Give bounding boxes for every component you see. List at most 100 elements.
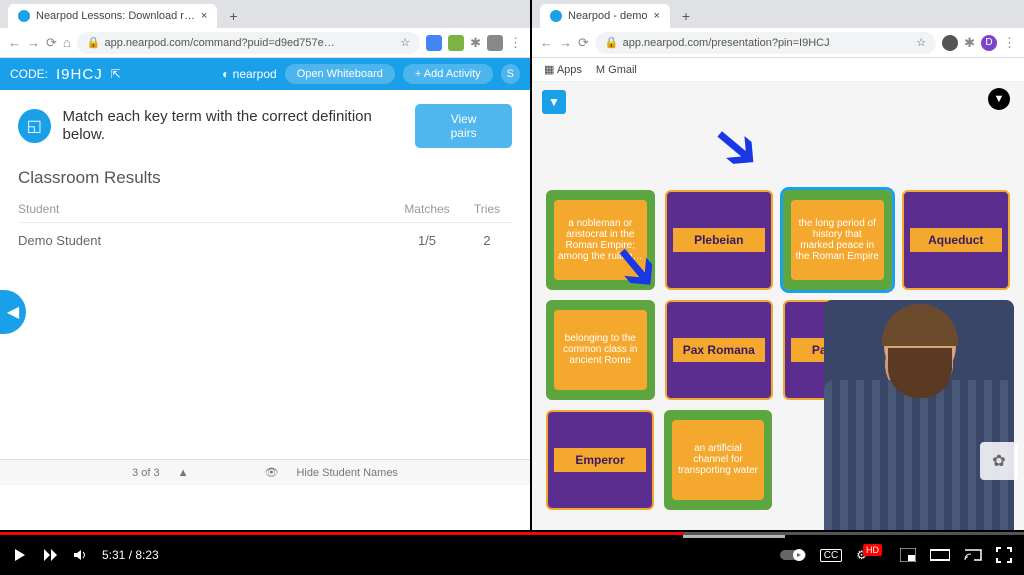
settings-button[interactable]: ⚙HD xyxy=(856,548,886,562)
extension-icon[interactable] xyxy=(942,35,958,51)
tile-row-3: Emperor an artificial channel for transp… xyxy=(540,410,778,510)
url-text-right: app.nearpod.com/presentation?pin=I9HCJ xyxy=(623,37,830,49)
definition-tile[interactable]: an artificial channel for transporting w… xyxy=(664,410,772,510)
back-icon[interactable]: ← xyxy=(540,35,553,50)
definition-text: the long period of history that marked p… xyxy=(791,200,884,281)
matching-activity-icon: ◱ xyxy=(18,109,51,143)
student-tries: 2 xyxy=(462,233,512,248)
gmail-bookmark[interactable]: M Gmail xyxy=(596,64,637,76)
definition-tile[interactable]: belonging to the common class in ancient… xyxy=(546,300,655,400)
nearpod-toolbar: CODE: I9HCJ ⇱ ◐ nearpod Open Whiteboard … xyxy=(0,58,530,90)
term-tile-plebeian[interactable]: Plebeian xyxy=(665,190,774,290)
home-icon[interactable]: ⌂ xyxy=(63,35,71,50)
back-icon[interactable]: ← xyxy=(8,35,21,50)
next-button[interactable] xyxy=(42,547,58,563)
extension-icon-1[interactable] xyxy=(426,35,442,51)
term-tile-aqueduct[interactable]: Aqueduct xyxy=(902,190,1011,290)
add-activity-button[interactable]: + Add Activity xyxy=(403,64,493,84)
forward-icon[interactable]: → xyxy=(27,35,40,50)
col-matches: Matches xyxy=(392,202,462,216)
chrome-tabstrip-right: Nearpod - demo × + xyxy=(532,0,1024,28)
teacher-window: Nearpod Lessons: Download r… × + ← → ⟳ ⌂… xyxy=(0,0,530,530)
captions-button[interactable]: CC xyxy=(820,549,842,562)
url-field-left[interactable]: 🔒 app.nearpod.com/command?puid=d9ed757e…… xyxy=(77,32,420,54)
activity-card: ◱ Match each key term with the correct d… xyxy=(18,104,512,258)
term-tile-pax-romana[interactable]: Pax Romana xyxy=(665,300,774,400)
theater-button[interactable] xyxy=(930,548,950,562)
view-pairs-button[interactable]: View pairs xyxy=(415,104,512,148)
tab-title-right: Nearpod - demo xyxy=(568,10,648,22)
activity-prompt: Match each key term with the correct def… xyxy=(63,108,404,144)
new-tab-button-left[interactable]: + xyxy=(223,6,243,26)
bookmarks-bar: ▦ Apps M Gmail xyxy=(532,58,1024,82)
term-label: Emperor xyxy=(554,448,646,472)
dropdown-toggle[interactable]: ▼ xyxy=(542,90,566,114)
presenter-overlay xyxy=(824,300,1014,530)
student-matches: 1/5 xyxy=(392,233,462,248)
url-text-left: app.nearpod.com/command?puid=d9ed757e… xyxy=(104,37,334,49)
results-heading: Classroom Results xyxy=(18,168,512,188)
autoplay-toggle[interactable] xyxy=(780,548,806,562)
reload-icon[interactable]: ⟳ xyxy=(578,35,589,51)
tab-title-left: Nearpod Lessons: Download r… xyxy=(36,10,195,22)
col-tries: Tries xyxy=(462,202,512,216)
nearpod-favicon xyxy=(550,10,562,22)
table-row[interactable]: Demo Student 1/5 2 xyxy=(18,222,512,258)
extensions-puzzle-icon[interactable]: ✱ xyxy=(964,35,975,51)
student-name: Demo Student xyxy=(18,233,392,248)
annotation-arrow-1: ➔ xyxy=(695,104,779,190)
play-button[interactable] xyxy=(12,547,28,563)
fullscreen-button[interactable] xyxy=(996,547,1012,563)
col-student: Student xyxy=(18,202,392,216)
new-tab-button-right[interactable]: + xyxy=(676,6,696,26)
star-icon[interactable]: ☆ xyxy=(916,36,926,49)
pager-up-icon[interactable]: ▲ xyxy=(178,467,189,479)
cast-button[interactable] xyxy=(964,548,982,562)
close-tab-icon[interactable]: × xyxy=(654,10,660,22)
video-controls-bar: 5:31 / 8:23 CC ⚙HD xyxy=(0,535,1024,575)
open-whiteboard-button[interactable]: Open Whiteboard xyxy=(285,64,395,84)
results-table-header: Student Matches Tries xyxy=(18,196,512,222)
nearpod-logo: ◐ nearpod xyxy=(222,67,277,81)
account-icon[interactable]: S xyxy=(501,64,520,84)
expand-toggle[interactable]: ▼ xyxy=(988,88,1010,110)
address-bar-right: ← → ⟳ 🔒 app.nearpod.com/presentation?pin… xyxy=(532,28,1024,58)
miniplayer-button[interactable] xyxy=(900,548,916,562)
address-bar-left: ← → ⟳ ⌂ 🔒 app.nearpod.com/command?puid=d… xyxy=(0,28,530,58)
hide-names-icon: 👁 xyxy=(264,466,278,479)
chrome-tabstrip-left: Nearpod Lessons: Download r… × + xyxy=(0,0,530,28)
reload-icon[interactable]: ⟳ xyxy=(46,35,57,51)
share-code-icon[interactable]: ⇱ xyxy=(111,67,121,81)
close-tab-icon[interactable]: × xyxy=(201,10,207,22)
term-label: Pax Romana xyxy=(673,338,766,362)
star-icon[interactable]: ☆ xyxy=(400,36,410,49)
apps-bookmark[interactable]: ▦ Apps xyxy=(544,63,582,76)
lock-icon: 🔒 xyxy=(605,36,619,49)
definition-tile-selected[interactable]: the long period of history that marked p… xyxy=(783,190,892,290)
prev-slide-tab[interactable]: ◀ xyxy=(0,290,26,334)
hide-names-button[interactable]: Hide Student Names xyxy=(296,467,398,479)
term-label: Plebeian xyxy=(673,228,766,252)
url-field-right[interactable]: 🔒 app.nearpod.com/presentation?pin=I9HCJ… xyxy=(595,32,936,54)
browser-tab-left[interactable]: Nearpod Lessons: Download r… × xyxy=(8,4,217,28)
forward-icon[interactable]: → xyxy=(559,35,572,50)
chrome-menu-icon[interactable]: ⋮ xyxy=(1003,35,1016,51)
bottom-strip: 3 of 3 ▲ 👁 Hide Student Names xyxy=(0,459,530,485)
student-window: Nearpod - demo × + ← → ⟳ 🔒 app.nearpod.c… xyxy=(530,0,1024,530)
chrome-menu-icon[interactable]: ⋮ xyxy=(509,35,522,51)
definition-text: an artificial channel for transporting w… xyxy=(672,420,764,501)
extension-icon-3[interactable] xyxy=(487,35,503,51)
definition-text: belonging to the common class in ancient… xyxy=(554,310,647,391)
term-label: Aqueduct xyxy=(910,228,1003,252)
extensions-puzzle-icon[interactable]: ✱ xyxy=(470,35,481,51)
watermark-logo: ✿ xyxy=(980,442,1018,480)
code-label: CODE: xyxy=(10,67,48,81)
session-code: I9HCJ xyxy=(56,66,103,83)
volume-button[interactable] xyxy=(72,547,88,563)
browser-tab-right[interactable]: Nearpod - demo × xyxy=(540,4,670,28)
nearpod-favicon xyxy=(18,10,30,22)
lock-icon: 🔒 xyxy=(87,36,101,49)
student-activity-area: ▼ ▼ ➔ ➔ a nobleman or aristocrat in the … xyxy=(532,82,1024,530)
term-tile-emperor[interactable]: Emperor xyxy=(546,410,654,510)
extension-icon-2[interactable] xyxy=(448,35,464,51)
